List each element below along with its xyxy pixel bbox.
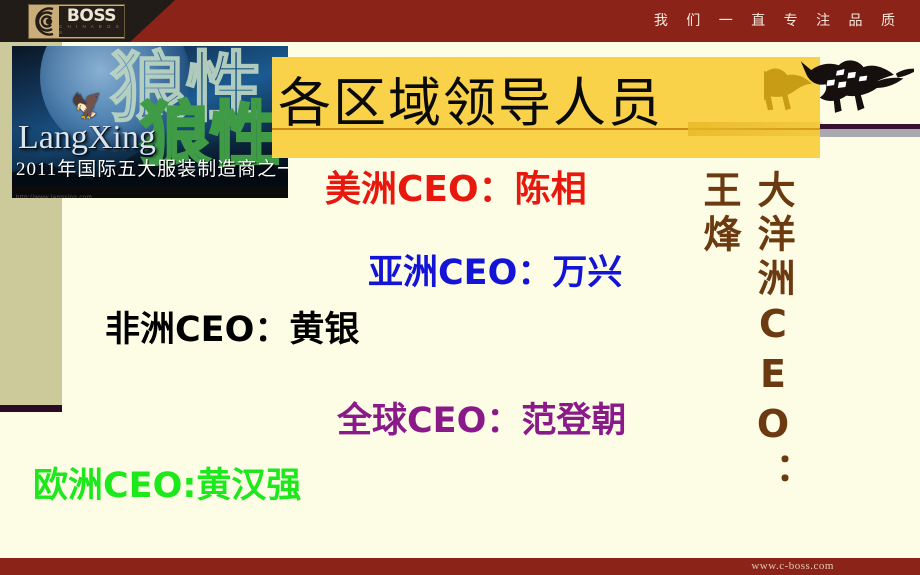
- ceo-global: 全球CEO：范登朝: [337, 401, 627, 441]
- image-brand-latin: LangXing: [18, 119, 156, 156]
- boss-logo: BOSS C H I N A B O S S: [28, 4, 125, 39]
- ceo-europe: 欧洲CEO:黄汉强: [33, 466, 302, 506]
- header-tagline: 我 们 一 直 专 注 品 质: [653, 13, 902, 29]
- boss-logo-subtitle: C H I N A B O S S: [59, 23, 121, 35]
- ceo-oceania: 大洋洲CEO：王烽: [697, 170, 795, 496]
- boss-logo-word: BOSS: [66, 5, 117, 26]
- boss-logo-wordmark: BOSS C H I N A B O S S: [59, 6, 124, 37]
- page-title: 各区域领导人员: [278, 75, 663, 133]
- wolf-brand-image: 🦅 狼性 狼性 LangXing 2011年国际五大服装制造商之一 http:/…: [12, 46, 288, 198]
- image-url-text: http://www.langxing.com: [16, 195, 93, 198]
- footer-url: www.c-boss.com: [751, 560, 834, 572]
- image-caption: 2011年国际五大服装制造商之一: [16, 159, 288, 180]
- flying-bird-icon: 🦅: [69, 86, 108, 124]
- ceo-africa: 非洲CEO：黄银: [105, 310, 360, 350]
- slide-header-bar: 我 们 一 直 专 注 品 质: [0, 0, 920, 42]
- leaping-wolf-icon: [764, 48, 914, 120]
- boss-spiral-icon: [29, 6, 59, 37]
- slide-canvas: 我 们 一 直 专 注 品 质 BOSS C H I N A B O S S 🦅…: [0, 0, 920, 575]
- title-accent-bar-grey: [820, 129, 920, 137]
- image-url-strip: http://www.langxing.com: [12, 186, 288, 198]
- ceo-asia: 亚洲CEO：万兴: [368, 253, 623, 293]
- ceo-americas: 美洲CEO：陈相: [325, 169, 587, 210]
- left-panel-underline: [0, 405, 62, 412]
